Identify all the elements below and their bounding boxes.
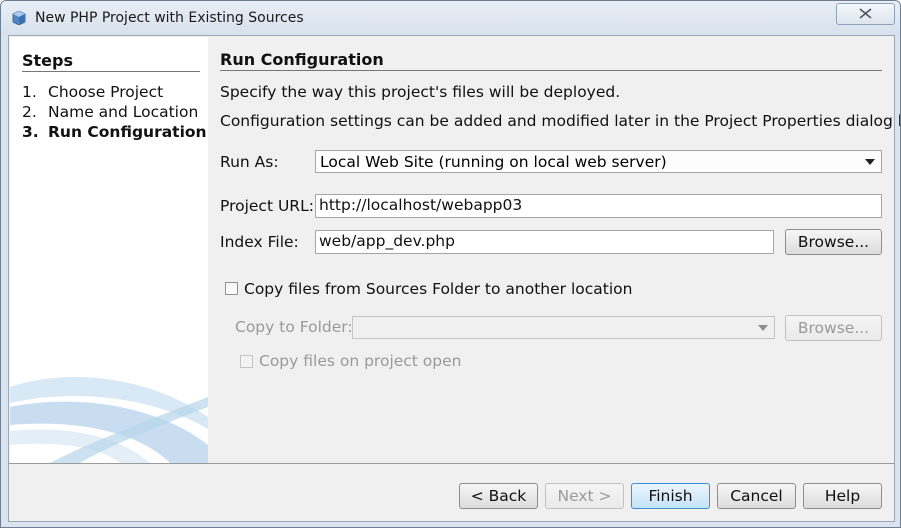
project-url-label: Project URL: bbox=[220, 197, 314, 215]
cancel-button[interactable]: Cancel bbox=[717, 483, 796, 509]
next-button[interactable]: Next > bbox=[545, 483, 624, 509]
help-button[interactable]: Help bbox=[803, 483, 882, 509]
dialog-window: New PHP Project with Existing Sources St… bbox=[0, 0, 901, 528]
back-button[interactable]: < Back bbox=[459, 483, 538, 509]
title-bar[interactable]: New PHP Project with Existing Sources bbox=[1, 1, 900, 35]
close-button[interactable] bbox=[836, 3, 895, 25]
copy-on-open-label: Copy files on project open bbox=[259, 352, 462, 370]
description-line-2: Configuration settings can be added and … bbox=[220, 112, 901, 130]
step-number: 1. bbox=[22, 83, 37, 101]
copy-to-folder-label: Copy to Folder: bbox=[235, 318, 353, 336]
index-file-field[interactable]: web/app_dev.php bbox=[315, 230, 774, 254]
step-label: Choose Project bbox=[48, 83, 164, 101]
browse-button[interactable]: Browse... bbox=[785, 229, 882, 255]
window-title: New PHP Project with Existing Sources bbox=[35, 10, 304, 26]
copy-files-checkbox[interactable] bbox=[225, 282, 238, 295]
description-line-1: Specify the way this project's files wil… bbox=[220, 83, 621, 101]
copy-to-folder-dropdown[interactable] bbox=[352, 316, 775, 339]
steps-panel: Steps 1. Choose Project 2. Name and Locati… bbox=[10, 37, 208, 463]
step-choose-project: 1. Choose Project bbox=[22, 83, 163, 101]
finish-button[interactable]: Finish bbox=[631, 483, 710, 509]
copy-browse-button[interactable]: Browse... bbox=[785, 315, 882, 341]
index-file-label: Index File: bbox=[220, 233, 299, 251]
steps-heading: Steps bbox=[22, 51, 200, 72]
footer-separator bbox=[9, 463, 894, 464]
chevron-down-icon bbox=[865, 159, 875, 165]
netbeans-cube-icon bbox=[12, 11, 26, 25]
copy-files-label: Copy files from Sources Folder to anothe… bbox=[244, 280, 633, 298]
project-url-field[interactable]: http://localhost/webapp03 bbox=[315, 194, 882, 218]
step-label: Run Configuration bbox=[48, 123, 207, 141]
close-icon bbox=[859, 8, 872, 19]
decorative-swoosh-graphic bbox=[10, 377, 208, 463]
run-as-dropdown[interactable]: Local Web Site (running on local web ser… bbox=[315, 150, 882, 173]
step-number: 2. bbox=[22, 103, 37, 121]
copy-on-open-checkbox[interactable] bbox=[240, 355, 253, 368]
step-number: 3. bbox=[22, 123, 39, 141]
chevron-down-icon bbox=[758, 325, 768, 331]
step-label: Name and Location bbox=[48, 103, 199, 121]
page-title: Run Configuration bbox=[220, 50, 882, 71]
step-name-and-location: 2. Name and Location bbox=[22, 103, 198, 121]
run-as-value: Local Web Site (running on local web ser… bbox=[320, 153, 667, 171]
step-run-configuration: 3. Run Configuration bbox=[22, 123, 207, 141]
dialog-body: Steps 1. Choose Project 2. Name and Locati… bbox=[8, 35, 900, 522]
run-as-label: Run As: bbox=[220, 153, 279, 171]
